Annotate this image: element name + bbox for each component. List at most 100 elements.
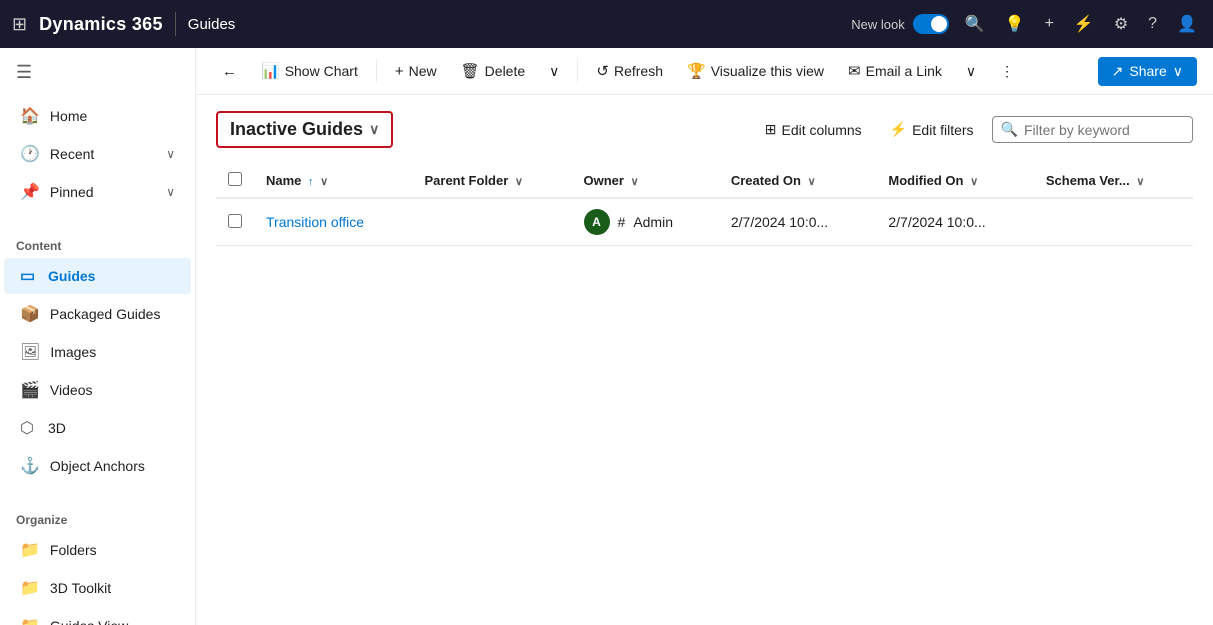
delete-button[interactable]: 🗑 Delete [451,56,536,86]
table-row: Transition office A # Admin [216,198,1193,246]
email-label: Email a Link [866,63,942,79]
lightbulb-icon[interactable]: 💡 [1001,10,1029,38]
col-header-schema-ver[interactable]: Schema Ver... ∨ [1034,164,1193,198]
chevron-down-icon: ∨ [515,176,523,188]
sidebar-item-label: Home [50,108,87,124]
visualize-label: Visualize this view [711,63,824,79]
sidebar-item-images[interactable]: 🖼 Images [4,334,191,370]
back-button[interactable]: ← [212,57,247,86]
col-header-parent-folder[interactable]: Parent Folder ∨ [412,164,571,198]
anchor-icon: ⚓ [20,456,40,476]
app-name: Guides [188,16,236,33]
chart-icon: 📊 [261,62,280,80]
new-label: New [409,63,437,79]
edit-filters-label: Edit filters [912,122,973,138]
chevron-down-icon: ∨ [966,63,976,80]
sidebar-item-3d-toolkit[interactable]: 📁 3D Toolkit [4,570,191,606]
settings-icon[interactable]: ⚙ [1110,10,1132,38]
edit-filters-button[interactable]: ⚡ Edit filters [880,116,984,143]
filter-keyword-input[interactable] [1024,122,1184,138]
toolbar-divider-2 [577,59,578,83]
col-header-owner[interactable]: Owner ∨ [572,164,719,198]
recent-icon: 🕐 [20,144,40,164]
sidebar-item-guides-view[interactable]: 📁 Guides View [4,608,191,625]
content-section-label: Content [0,227,195,257]
sidebar-item-label: Guides [48,268,95,284]
sidebar-item-object-anchors[interactable]: ⚓ Object Anchors [4,448,191,484]
chevron-down-icon: ∨ [1173,63,1183,80]
email-link-button[interactable]: ✉ Email a Link [838,56,952,86]
sidebar-item-pinned[interactable]: 📌 Pinned ∨ [4,174,191,210]
row-name-cell: Transition office [254,198,412,246]
edit-columns-button[interactable]: ⊞ Edit columns [755,116,872,143]
search-icon[interactable]: 🔍 [961,10,989,38]
sidebar-item-folders[interactable]: 📁 Folders [4,532,191,568]
sidebar-item-3d[interactable]: ⬡ 3D [4,410,191,446]
search-icon: 🔍 [1001,121,1018,138]
pin-icon: 📌 [20,182,40,202]
sidebar-item-label: Pinned [50,184,94,200]
row-checkbox-cell[interactable] [216,198,254,246]
user-icon[interactable]: 👤 [1173,10,1201,38]
select-all-checkbox[interactable] [228,172,242,186]
chevron-down-icon: ∨ [549,63,559,80]
row-checkbox[interactable] [228,214,242,228]
row-parent-folder-cell [412,198,571,246]
sidebar-item-recent[interactable]: 🕐 Recent ∨ [4,136,191,172]
share-label: Share [1129,63,1166,79]
col-header-modified-on[interactable]: Modified On ∨ [876,164,1034,198]
plus-icon: + [395,63,404,80]
sidebar-item-label: 3D Toolkit [50,580,111,596]
main-content: ← 📊 Show Chart + New 🗑 Delete ∨ ↺ Refres… [196,48,1213,625]
hamburger-menu[interactable]: ☰ [0,48,195,97]
share-button[interactable]: ↗ Share ∨ [1098,57,1197,86]
sidebar: ☰ 🏠 Home 🕐 Recent ∨ 📌 Pinned ∨ Content ▭… [0,48,196,625]
new-button[interactable]: + New [385,57,447,86]
grid-icon[interactable]: ⊞ [12,14,27,35]
new-look-label: New look [851,17,904,32]
chevron-down-icon: ∨ [1136,176,1144,188]
add-icon[interactable]: + [1041,11,1058,37]
sidebar-item-label: Images [50,344,96,360]
view-title-selector[interactable]: Inactive Guides ∨ [216,111,393,148]
row-schema-ver-cell [1034,198,1193,246]
sidebar-item-guides[interactable]: ▭ Guides [4,258,191,294]
app-title: Dynamics 365 [39,14,163,35]
delete-icon: 🗑 [461,62,480,80]
owner-prefix: # [618,214,626,230]
visualize-button[interactable]: 🏆 Visualize this view [677,56,834,86]
help-icon[interactable]: ? [1144,11,1161,37]
packaged-guides-icon: 📦 [20,304,40,324]
col-header-created-on[interactable]: Created On ∨ [719,164,877,198]
filter-icon[interactable]: ⚡ [1070,10,1098,38]
toolbar-divider-1 [376,59,377,83]
chevron-down-icon: ∨ [631,176,639,188]
chevron-down-icon: ∨ [320,176,328,188]
email-dropdown-button[interactable]: ∨ [956,57,986,86]
new-look-toggle[interactable]: New look [851,14,948,34]
3d-icon: ⬡ [20,418,38,438]
show-chart-button[interactable]: 📊 Show Chart [251,56,368,86]
chevron-down-icon: ∨ [166,147,175,161]
toolbar: ← 📊 Show Chart + New 🗑 Delete ∨ ↺ Refres… [196,48,1213,95]
sidebar-item-home[interactable]: 🏠 Home [4,98,191,134]
row-owner-cell: A # Admin [572,198,719,246]
view-title: Inactive Guides [230,119,363,140]
row-name-link[interactable]: Transition office [266,214,364,230]
content-area: Inactive Guides ∨ ⊞ Edit columns ⚡ Edit … [196,95,1213,625]
sidebar-item-packaged-guides[interactable]: 📦 Packaged Guides [4,296,191,332]
col-header-name[interactable]: Name ↑ ∨ [254,164,412,198]
more-options-button[interactable]: ⋮ [990,57,1024,86]
select-all-header[interactable] [216,164,254,198]
edit-columns-icon: ⊞ [765,121,777,138]
chevron-down-icon: ∨ [369,121,379,138]
guides-icon: ▭ [20,266,38,286]
delete-label: Delete [485,63,525,79]
refresh-button[interactable]: ↺ Refresh [586,56,673,86]
filter-search-box[interactable]: 🔍 [992,116,1193,143]
delete-dropdown-button[interactable]: ∨ [539,57,569,86]
new-look-switch[interactable] [913,14,949,34]
share-icon: ↗ [1112,63,1124,80]
owner-avatar: A [584,209,610,235]
sidebar-item-videos[interactable]: 🎬 Videos [4,372,191,408]
